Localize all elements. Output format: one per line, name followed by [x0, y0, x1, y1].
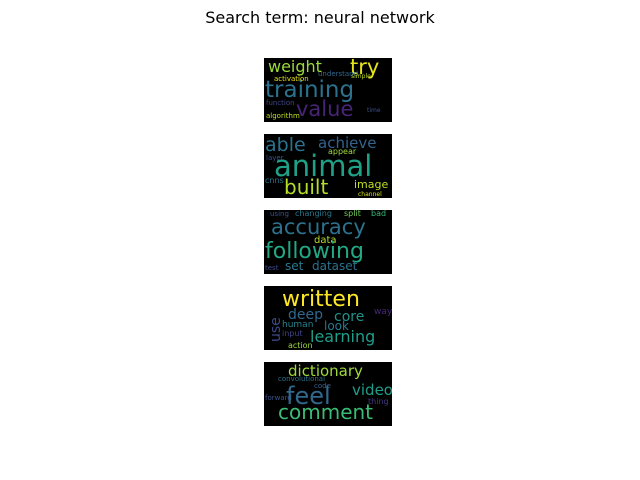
cloud-word: appear — [328, 147, 357, 156]
word-cloud-5: dictionary convolutional code video forw… — [264, 362, 392, 426]
cloud-word: test — [265, 264, 279, 272]
cloud-word: channel — [358, 191, 382, 198]
word-cloud-1: weight try training value activation und… — [264, 58, 392, 122]
cloud-word: weight — [268, 58, 322, 76]
cloud-word: time — [367, 107, 381, 114]
word-cloud-2: able achieve animal built image appear c… — [264, 134, 392, 198]
cloud-word: function — [266, 99, 295, 107]
cloud-word: way — [374, 307, 392, 317]
cloud-word: activation — [274, 75, 309, 83]
cloud-word: dataset — [312, 259, 358, 273]
cloud-word: algorithm — [266, 112, 300, 120]
cloud-word: learning — [310, 327, 375, 346]
cloud-word: comment — [278, 400, 373, 424]
cloud-word: action — [288, 341, 313, 350]
cloud-word: simple — [351, 73, 371, 80]
cloud-word: value — [296, 97, 353, 121]
cloud-word: bad — [371, 210, 386, 218]
cloud-word: set — [285, 259, 304, 273]
figure-title: Search term: neural network — [205, 8, 435, 27]
cloud-word: cnns — [265, 176, 284, 185]
cloud-word: image — [354, 178, 388, 191]
cloud-word: input — [282, 329, 303, 338]
word-cloud-3: using changing split bad accuracy data f… — [264, 210, 392, 274]
word-cloud-4: written deep core way use human look inp… — [264, 286, 392, 350]
cloud-word: built — [284, 175, 328, 198]
cloud-word: layer — [266, 154, 284, 162]
